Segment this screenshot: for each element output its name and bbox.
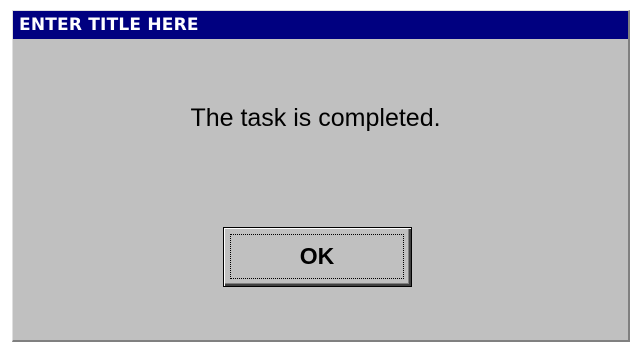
ok-button-label: OK [299,243,335,269]
dialog-message: The task is completed. [190,104,441,132]
dialog-titlebar[interactable]: ENTER TITLE HERE [13,11,628,39]
focus-rectangle: OK [230,234,404,279]
message-dialog: ENTER TITLE HERE The task is completed. … [12,10,630,342]
ok-button[interactable]: OK [223,227,412,287]
dialog-title: ENTER TITLE HERE [19,15,199,35]
